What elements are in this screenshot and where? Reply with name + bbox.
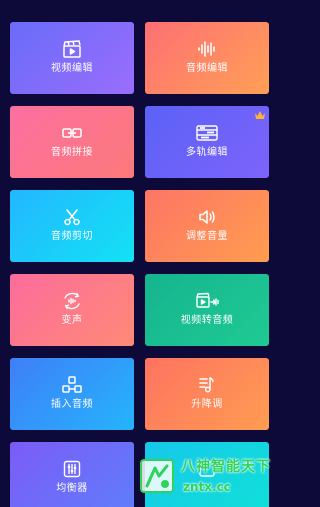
tool-video-edit-button[interactable]: 视频编辑 — [10, 22, 134, 94]
tool-label: 视频转音频 — [180, 315, 234, 326]
tool-label: 升降调 — [191, 399, 223, 410]
tool-adjust-volume-button[interactable]: 调整音量 — [145, 190, 269, 262]
tool-insert-audio-button[interactable]: 插入音频 — [10, 358, 134, 430]
tool-video-to-audio-button[interactable]: 视频转音频 — [145, 274, 269, 346]
tool-voice-change-button[interactable]: 变声 — [10, 274, 134, 346]
tool-multitrack-edit-button[interactable]: 多轨编辑 — [145, 106, 269, 178]
crown-icon — [255, 111, 265, 119]
insert-audio-icon — [10, 374, 134, 396]
tool-label: 音频剪切 — [51, 231, 93, 242]
tool-label: 插入音频 — [51, 399, 93, 410]
tool-label: 视频编辑 — [51, 63, 93, 74]
tool-label: 音频拼接 — [51, 147, 93, 158]
tool-label: 调整音量 — [186, 231, 228, 242]
tool-pitch-shift-button[interactable]: 升降调 — [145, 358, 269, 430]
audio-waveform-icon — [145, 38, 269, 60]
tool-audio-cut-button[interactable]: 音频剪切 — [10, 190, 134, 262]
tool-label: 音频编辑 — [186, 63, 228, 74]
audio-link-icon — [10, 122, 134, 144]
voice-change-icon — [10, 290, 134, 312]
tool-audio-join-button[interactable]: 音频拼接 — [10, 106, 134, 178]
video-to-audio-icon — [145, 290, 269, 312]
watermark-logo-icon — [140, 459, 174, 493]
tool-audio-edit-button[interactable]: 音频编辑 — [145, 22, 269, 94]
tool-grid-screen: 视频编辑 音频编辑 音频拼接 多轨编辑 音频剪切 调整音量 变声 视频转音频 插… — [0, 0, 279, 507]
speaker-volume-icon — [145, 206, 269, 228]
tool-equalizer-button[interactable]: 均衡器 — [10, 442, 134, 507]
equalizer-icon — [10, 458, 134, 480]
pitch-shift-icon — [145, 374, 269, 396]
watermark-url: zntx.cc — [183, 480, 231, 494]
watermark-title: 八神智能天下 — [181, 459, 271, 475]
tool-label: 多轨编辑 — [186, 147, 228, 158]
tool-label: 变声 — [61, 315, 83, 326]
multitrack-icon — [145, 122, 269, 144]
scissors-icon — [10, 206, 134, 228]
tool-label: 均衡器 — [56, 483, 88, 494]
watermark: 八神智能天下 zntx.cc — [137, 452, 279, 507]
video-clapper-icon — [10, 38, 134, 60]
